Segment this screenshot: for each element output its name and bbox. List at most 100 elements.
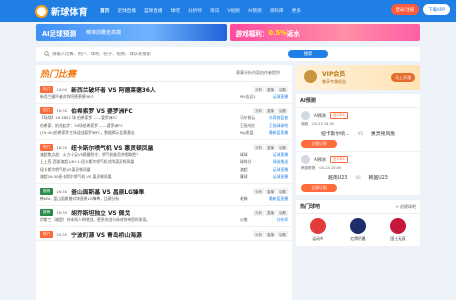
match-action-button[interactable]: 直播 xyxy=(265,86,276,92)
search-bar: 搜索 xyxy=(36,47,420,61)
analysis-link[interactable]: 最新篮直播 xyxy=(262,196,288,202)
nav-item-football-live[interactable]: 足球直播 xyxy=(113,8,140,14)
forum-item[interactable]: 国士无双 xyxy=(384,218,412,242)
nav-item-home[interactable]: 首页 xyxy=(96,8,113,14)
nav-item-video[interactable]: V视频 xyxy=(223,8,244,14)
analysis-text[interactable]: 上上签-西部澳超1/8+1-纽卡斯尔喷气机对阵惠灵顿凤凰 xyxy=(40,159,240,165)
banner-ai[interactable]: AI足球预测 精准前瞻走高端 xyxy=(36,24,227,41)
match-title[interactable]: 宁波町源 VS 青岛桥山海源 xyxy=(71,230,142,239)
nav-item-basketball-live[interactable]: 篮球直播 xyxy=(140,8,167,14)
analysis-text[interactable]: 纽卡斯尔喷气机VS惠灵顿凤凰 xyxy=(40,167,240,173)
login-button[interactable]: 登录/注册 xyxy=(390,4,420,15)
match-action-button[interactable]: 直播 xyxy=(265,107,276,114)
analysis-author: 公推 xyxy=(240,217,248,223)
match-item: 热门 16:30 伯希索罗 VS 婆罗洲FC 分析 直播 话题 【场地】16.3852 场 … xyxy=(36,104,292,140)
match-time: 04-23 20:00 xyxy=(319,166,342,170)
analysis-row[interactable]: 上上签-西部澳超1/8+1-纽卡斯尔喷气机对阵惠灵顿凤凰 球排分 球迷推送 xyxy=(40,159,288,167)
analysis-link[interactable]: 足球直播 xyxy=(262,152,288,158)
analysis-link[interactable]: 足球直播 xyxy=(262,174,288,180)
analysis-link[interactable]: 最新篮直播 xyxy=(262,130,288,136)
banner-ai-title: AI足球预测 xyxy=(42,29,76,38)
analysis-author: MV志远1 xyxy=(240,93,256,99)
match-action-button[interactable]: 分析 xyxy=(253,86,264,92)
banner-game[interactable]: 游戏福利： 0.5% 返水 xyxy=(229,24,420,41)
match-action-button[interactable]: 直播 xyxy=(265,188,276,194)
match-action-button[interactable]: 话题 xyxy=(277,209,288,216)
site-logo[interactable]: 新球体育 xyxy=(35,4,90,18)
away-team: 惠灵顿凤凰 xyxy=(370,132,395,137)
match-action-button[interactable]: 话题 xyxy=(277,107,288,114)
match-item: 推荐 16:30 胡乔斯坦独立 VS 佩戈 分析 直播 话题 伊斯兰（澳超）共未知人的吧战，… xyxy=(36,206,292,227)
analysis-link[interactable]: 足球直播 xyxy=(262,167,288,173)
hit-rate-badge: 近5中4 xyxy=(329,112,348,119)
analysis-row[interactable]: 纽卡斯尔喷气机VS惠灵顿凤凰 澳超 足球直播 xyxy=(40,166,288,174)
analysis-row[interactable]: 伯希索、拍花起步：30场伯希索罗 ——婆罗洲FC 王指鸟红 王指球球吧 xyxy=(40,122,288,130)
match-time: 16:30 xyxy=(56,188,68,194)
subscribe-button[interactable]: 立即订阅 xyxy=(301,140,337,148)
nav-item-analyst[interactable]: 分析师 xyxy=(184,8,206,14)
match-tag: 热门 xyxy=(40,143,54,151)
forum-name: 运动乡 xyxy=(312,236,324,241)
analysis-link[interactable]: 王指球球吧 xyxy=(262,123,288,129)
analysis-row[interactable]: [19:40]伯希索罗主场迎战婆罗洲FC，数据揭示比赛悬念 Mg发盘 最新篮直播 xyxy=(40,130,288,138)
download-app-button[interactable]: 下载APP xyxy=(423,4,450,15)
analysis-link[interactable]: 东哥前篮查 xyxy=(262,115,288,121)
nav-item-news[interactable]: 资讯 xyxy=(206,8,223,14)
match-title[interactable]: 釜山面斯基 VS 昌原LG锋隼 xyxy=(71,187,144,196)
home-team: 越南U23 xyxy=(328,176,348,181)
match-action-button[interactable]: 分析 xyxy=(253,231,264,237)
analysis-row[interactable]: 韩KBL, 釜山面斯基对阵昌原LG锋隼，比赛分析 老梅 最新篮直播 xyxy=(40,195,288,203)
analysis-text[interactable]: [19:40]伯希索罗主场迎战婆罗洲FC，数据揭示比赛悬念 xyxy=(40,130,240,136)
nav-item-ai[interactable]: AI预测 xyxy=(244,8,266,14)
banner-game-sub: 返水 xyxy=(286,29,300,38)
nav-item-data[interactable]: 资料库 xyxy=(266,8,288,14)
analysis-text[interactable]: 伊斯兰（澳超）共未知人的吧战，更多技战与场对阵待您的发现。 xyxy=(40,217,240,223)
forum-item[interactable]: 运动乡 xyxy=(304,218,332,242)
team-crest-icon xyxy=(350,218,366,234)
forum-item[interactable]: 红牌吊墨 xyxy=(344,218,372,242)
match-item: 热门 10:30 宁波町源 VS 青岛桥山海源 分析 直播 话题 xyxy=(36,227,292,241)
match-action-button[interactable]: 直播 xyxy=(265,209,276,216)
match-action-button[interactable]: 分析 xyxy=(253,144,264,150)
nav-item-forum[interactable]: 球吧 xyxy=(167,8,184,14)
analysis-link[interactable]: 分析师 xyxy=(262,217,288,223)
ai-prediction-title: AI预测 xyxy=(296,94,420,108)
match-action-button[interactable]: 分析 xyxy=(253,209,264,216)
hot-matches-header: 热门比赛 赛事分析内容由作者提供 xyxy=(36,65,292,82)
match-action-button[interactable]: 话题 xyxy=(277,188,288,194)
match-title[interactable]: 胡乔斯坦独立 VS 佩戈 xyxy=(71,208,130,217)
analysis-text[interactable]: 伯希索、拍花起步：30场伯希索罗 ——婆罗洲FC xyxy=(40,123,240,129)
match-action-button[interactable]: 话题 xyxy=(277,231,288,237)
match-action-button[interactable]: 话题 xyxy=(277,86,288,92)
analysis-link[interactable]: 足球直播 xyxy=(262,94,288,100)
match-action-button[interactable]: 分析 xyxy=(253,188,264,194)
match-action-button[interactable]: 直播 xyxy=(265,144,276,150)
analysis-text[interactable]: 澳超16:30纽卡斯尔喷气机 VS 惠灵顿凤凰 xyxy=(40,174,240,180)
analysis-row[interactable]: 澳超焦点战：火力十足VS稳健防守，喷气机能否突围取胜？ 球球 足球直播 xyxy=(40,151,288,159)
analysis-link[interactable]: 球迷推送 xyxy=(262,159,288,165)
match-action-button[interactable]: 直播 xyxy=(265,231,276,237)
match-title[interactable]: 伯希索罗 VS 婆罗洲FC xyxy=(71,106,133,115)
match-title[interactable]: 纽卡斯尔喷气机 VS 惠灵顿凤凰 xyxy=(71,143,153,152)
analysis-text[interactable]: 新西兰破坏者对阵阿德莱德36人 xyxy=(40,94,240,100)
analysis-text[interactable]: 【场地】16.3852 场 伯希索罗 ——婆罗洲FC xyxy=(40,115,240,121)
analysis-row[interactable]: 澳超16:30纽卡斯尔喷气机 VS 惠灵顿凤凰 曹球 足球直播 xyxy=(40,174,288,182)
create-forum-link[interactable]: + 创建球吧 xyxy=(395,204,416,210)
analysis-row[interactable]: 【场地】16.3852 场 伯希索罗 ——婆罗洲FC 马尔前云 东哥前篮查 xyxy=(40,115,288,123)
vip-open-button[interactable]: 马上开通 xyxy=(391,73,415,82)
subscribe-button[interactable]: 立即订阅 xyxy=(301,184,337,192)
match-action-button[interactable]: 话题 xyxy=(277,144,288,150)
banner-game-title: 游戏福利： xyxy=(235,29,269,38)
analysis-text[interactable]: 澳超焦点战：火力十足VS稳健防守，喷气机能否突围取胜？ xyxy=(40,152,240,158)
analysis-row[interactable]: 新西兰破坏者对阵阿德莱德36人 MV志远1 足球直播 xyxy=(40,93,288,101)
analysis-author: 王指鸟红 xyxy=(240,122,256,128)
analysis-author: 球球 xyxy=(240,151,248,157)
analysis-row[interactable]: 伊斯兰（澳超）共未知人的吧战，更多技战与场对阵待您的发现。 公推 分析师 xyxy=(40,217,288,225)
analysis-text[interactable]: 韩KBL, 釜山面斯基对阵昌原LG锋隼，比赛分析 xyxy=(40,196,240,202)
vip-title: VIP会员 xyxy=(322,71,346,78)
search-input[interactable] xyxy=(52,51,232,57)
match-action-button[interactable]: 分析 xyxy=(253,107,264,114)
match-title[interactable]: 新西兰破坏者 VS 阿德莱德36人 xyxy=(71,85,156,94)
nav-item-more[interactable]: 更多 xyxy=(288,8,305,14)
search-button[interactable]: 搜索 xyxy=(288,50,328,58)
